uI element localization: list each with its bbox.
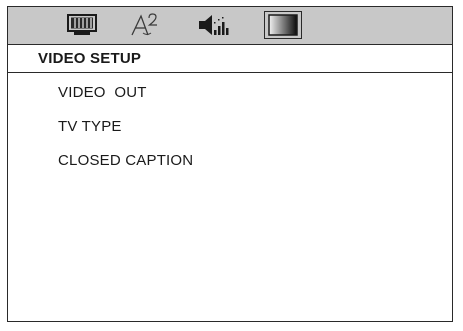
menu-item-tv-type[interactable]: TV TYPE — [58, 118, 122, 135]
tab-video-setup[interactable] — [261, 10, 305, 40]
menu-item-video-out[interactable]: VIDEO OUT — [58, 84, 147, 101]
language-icon — [131, 13, 157, 36]
setup-tab-bar — [8, 7, 452, 45]
tab-audio-setup[interactable] — [192, 10, 236, 40]
page-title: VIDEO SETUP — [8, 45, 452, 73]
tab-general-setup[interactable] — [60, 10, 104, 40]
tab-language-setup[interactable] — [123, 10, 167, 40]
menu-item-closed-caption[interactable]: CLOSED CAPTION — [58, 152, 193, 169]
tv-icon — [67, 14, 97, 35]
speaker-icon — [199, 15, 229, 35]
setup-menu-panel: VIDEO SETUP VIDEO OUT TV TYPE CLOSED CAP… — [7, 6, 453, 322]
video-icon — [268, 14, 298, 36]
